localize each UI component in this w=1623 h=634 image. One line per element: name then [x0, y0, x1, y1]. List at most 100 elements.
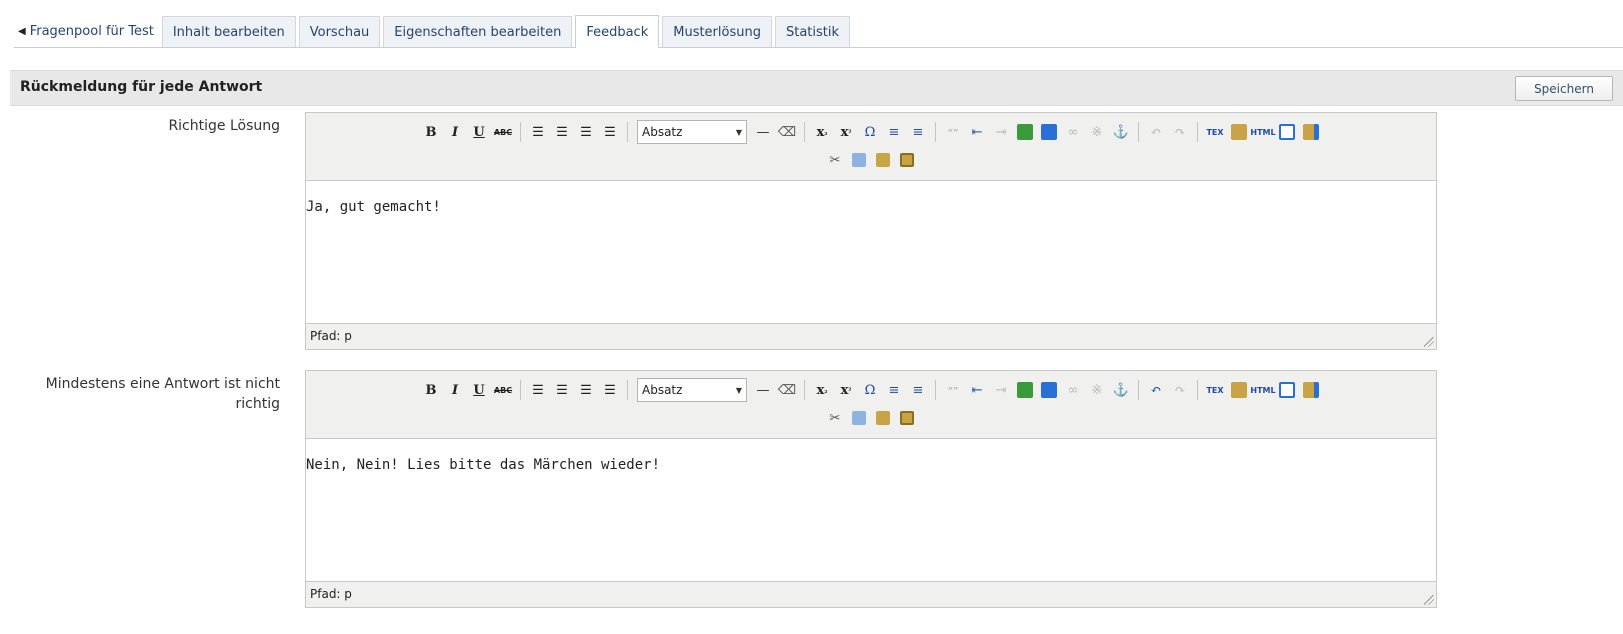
subscript-icon[interactable]: x₂ — [811, 379, 833, 401]
underline-icon[interactable]: U — [468, 121, 490, 143]
editor-incorrect: B I U ABC ☰ ☰ ☰ ☰ Absatz ▼ — ⌫ x₂ x² Ω ≡… — [305, 370, 1437, 608]
blockquote-icon[interactable]: “” — [942, 379, 964, 401]
tab-edit-properties[interactable]: Eigenschaften bearbeiten — [383, 16, 573, 47]
tab-sample-solution[interactable]: Musterlösung — [662, 16, 772, 47]
format-select-value: Absatz — [642, 383, 683, 397]
tab-feedback[interactable]: Feedback — [575, 15, 660, 48]
blockquote-icon[interactable]: “” — [942, 121, 964, 143]
remove-format-icon[interactable]: ⌫ — [776, 379, 798, 401]
indent-icon[interactable]: ⇥ — [990, 121, 1012, 143]
anchor-icon[interactable]: ⚓ — [1110, 121, 1132, 143]
bullet-list-icon[interactable]: ≡ — [883, 121, 905, 143]
html-icon[interactable]: HTML — [1250, 379, 1275, 401]
paste-word-icon[interactable] — [1300, 379, 1322, 401]
italic-icon[interactable]: I — [444, 379, 466, 401]
paste-special-icon[interactable] — [1228, 121, 1250, 143]
cut-icon[interactable]: ✂ — [824, 407, 846, 429]
align-left-icon[interactable]: ☰ — [527, 121, 549, 143]
superscript-icon[interactable]: x² — [835, 121, 857, 143]
media-icon[interactable] — [1038, 379, 1060, 401]
paste-word-icon[interactable] — [1300, 121, 1322, 143]
copy-icon[interactable] — [848, 149, 870, 171]
tab-statistics[interactable]: Statistik — [774, 16, 851, 47]
image-icon[interactable] — [1014, 379, 1036, 401]
strikethrough-icon[interactable]: ABC — [492, 121, 514, 143]
tex-icon[interactable]: TEX — [1204, 121, 1226, 143]
superscript-icon[interactable]: x² — [835, 379, 857, 401]
redo-icon[interactable]: ↷ — [1169, 121, 1191, 143]
italic-icon[interactable]: I — [444, 121, 466, 143]
special-char-icon[interactable]: Ω — [859, 379, 881, 401]
fullscreen-icon[interactable] — [1276, 121, 1298, 143]
resize-grip-icon[interactable] — [1424, 337, 1434, 347]
path-label: Pfad: p — [310, 329, 352, 343]
fullscreen-icon[interactable] — [1276, 379, 1298, 401]
chevron-down-icon: ▼ — [735, 385, 742, 395]
link-icon[interactable]: ∞ — [1062, 379, 1084, 401]
align-justify-icon[interactable]: ☰ — [599, 379, 621, 401]
media-icon[interactable] — [1038, 121, 1060, 143]
underline-icon[interactable]: U — [468, 379, 490, 401]
format-select-value: Absatz — [642, 125, 683, 139]
editor-correct: B I U ABC ☰ ☰ ☰ ☰ Absatz ▼ — ⌫ x₂ x² Ω ≡… — [305, 112, 1437, 350]
tab-bar: ◀ Fragenpool für Test Inhalt bearbeiten … — [14, 15, 1623, 48]
tab-preview[interactable]: Vorschau — [298, 16, 381, 47]
outdent-icon[interactable]: ⇤ — [966, 121, 988, 143]
horizontal-rule-icon[interactable]: — — [752, 379, 774, 401]
format-select[interactable]: Absatz ▼ — [637, 120, 747, 144]
back-to-pool-link[interactable]: ◀ Fragenpool für Test — [14, 16, 162, 47]
align-right-icon[interactable]: ☰ — [575, 379, 597, 401]
bold-icon[interactable]: B — [420, 379, 442, 401]
path-label: Pfad: p — [310, 587, 352, 601]
unlink-icon[interactable]: ※ — [1086, 121, 1108, 143]
bold-icon[interactable]: B — [420, 121, 442, 143]
outdent-icon[interactable]: ⇤ — [966, 379, 988, 401]
numbered-list-icon[interactable]: ≡ — [907, 121, 929, 143]
editor-statusbar: Pfad: p — [306, 581, 1436, 607]
link-icon[interactable]: ∞ — [1062, 121, 1084, 143]
copy-icon[interactable] — [848, 407, 870, 429]
bullet-list-icon[interactable]: ≡ — [883, 379, 905, 401]
strikethrough-icon[interactable]: ABC — [492, 379, 514, 401]
align-right-icon[interactable]: ☰ — [575, 121, 597, 143]
paste-icon[interactable] — [872, 407, 894, 429]
paste-text-icon[interactable] — [896, 407, 918, 429]
tex-icon[interactable]: TEX — [1204, 379, 1226, 401]
field-label-incorrect: Mindestens eine Antwort ist nicht richti… — [45, 376, 280, 412]
back-link-label: Fragenpool für Test — [29, 24, 154, 39]
align-center-icon[interactable]: ☰ — [551, 121, 573, 143]
indent-icon[interactable]: ⇥ — [990, 379, 1012, 401]
unlink-icon[interactable]: ※ — [1086, 379, 1108, 401]
field-label-correct: Richtige Lösung — [168, 118, 280, 134]
align-justify-icon[interactable]: ☰ — [599, 121, 621, 143]
cut-icon[interactable]: ✂ — [824, 149, 846, 171]
undo-icon[interactable]: ↶ — [1145, 121, 1167, 143]
paste-special-icon[interactable] — [1228, 379, 1250, 401]
subscript-icon[interactable]: x₂ — [811, 121, 833, 143]
save-button[interactable]: Speichern — [1515, 76, 1613, 101]
paste-text-icon[interactable] — [896, 149, 918, 171]
editor-toolbar: B I U ABC ☰ ☰ ☰ ☰ Absatz ▼ — ⌫ x₂ x² Ω ≡… — [306, 113, 1436, 181]
editor-content-incorrect[interactable]: Nein, Nein! Lies bitte das Märchen wiede… — [306, 439, 1436, 581]
html-icon[interactable]: HTML — [1250, 121, 1275, 143]
back-arrow-icon: ◀ — [18, 26, 26, 37]
horizontal-rule-icon[interactable]: — — [752, 121, 774, 143]
resize-grip-icon[interactable] — [1424, 595, 1434, 605]
editor-toolbar: B I U ABC ☰ ☰ ☰ ☰ Absatz ▼ — ⌫ x₂ x² Ω ≡… — [306, 371, 1436, 439]
anchor-icon[interactable]: ⚓ — [1110, 379, 1132, 401]
special-char-icon[interactable]: Ω — [859, 121, 881, 143]
image-icon[interactable] — [1014, 121, 1036, 143]
editor-statusbar: Pfad: p — [306, 323, 1436, 349]
format-select[interactable]: Absatz ▼ — [637, 378, 747, 402]
chevron-down-icon: ▼ — [735, 127, 742, 137]
align-center-icon[interactable]: ☰ — [551, 379, 573, 401]
undo-icon[interactable]: ↶ — [1145, 379, 1167, 401]
numbered-list-icon[interactable]: ≡ — [907, 379, 929, 401]
paste-icon[interactable] — [872, 149, 894, 171]
redo-icon[interactable]: ↷ — [1169, 379, 1191, 401]
align-left-icon[interactable]: ☰ — [527, 379, 549, 401]
remove-format-icon[interactable]: ⌫ — [776, 121, 798, 143]
tab-edit-content[interactable]: Inhalt bearbeiten — [161, 16, 296, 47]
editor-content-correct[interactable]: Ja, gut gemacht! — [306, 181, 1436, 323]
section-header: Rückmeldung für jede Antwort Speichern — [10, 70, 1623, 106]
